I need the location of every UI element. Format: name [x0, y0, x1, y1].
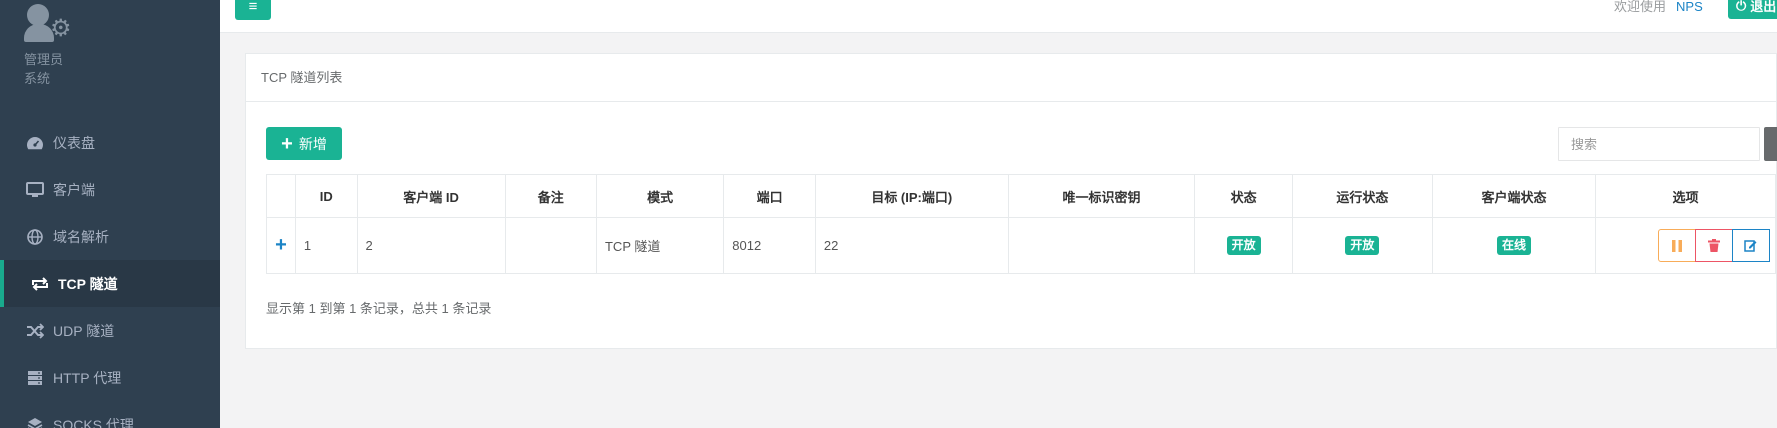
sidebar-item-label: HTTP 代理 [53, 369, 122, 386]
panel-title: TCP 隧道列表 [246, 54, 1776, 102]
sidebar-item-label: 客户端 [53, 181, 95, 198]
exit-button[interactable]: ⏻ 退出 [1728, 0, 1777, 19]
exit-label: 退出 [1750, 0, 1777, 14]
hamburger-icon: ≡ [248, 0, 258, 15]
search-input[interactable] [1558, 127, 1760, 161]
sidebar-item-udp-tunnel[interactable]: UDP 隧道 [0, 307, 220, 354]
tunnel-list-panel: TCP 隧道列表 + 新增 ID 客户端 ID 备注 模式 端口 目标 (IP:… [245, 53, 1777, 349]
col-expand [266, 174, 296, 218]
server-icon [25, 368, 45, 388]
sidebar-item-label: 仪表盘 [53, 134, 95, 151]
col-key[interactable]: 唯一标识密钥 [1007, 174, 1196, 218]
random-icon [25, 321, 45, 341]
user-gear-icon: ⚙ [24, 0, 76, 46]
col-client-id[interactable]: 客户端 ID [356, 174, 506, 218]
cell-port: 8012 [723, 217, 816, 274]
pagination-summary: 显示第 1 到第 1 条记录，总共 1 条记录 [266, 301, 492, 316]
expand-row-icon[interactable]: + [266, 217, 296, 274]
cell-options [1594, 217, 1777, 274]
sidebar-item-socks-proxy[interactable]: SOCKS 代理 [0, 401, 220, 428]
top-bar: ≡ 欢迎使用 NPS ⏻ 退出 [220, 0, 1777, 33]
edit-button[interactable] [1731, 229, 1770, 262]
cell-client-id: 2 [356, 217, 506, 274]
delete-button[interactable] [1694, 229, 1733, 262]
tunnel-table: ID 客户端 ID 备注 模式 端口 目标 (IP:端口) 唯一标识密钥 状态 … [266, 174, 1777, 274]
cell-mode: TCP 隧道 [595, 217, 725, 274]
welcome-label: 欢迎使用 [1614, 0, 1667, 14]
cell-remark [504, 217, 597, 274]
layers-icon [25, 415, 45, 428]
sidebar-item-label: SOCKS 代理 [53, 416, 134, 428]
plus-icon: + [281, 132, 293, 155]
role-line-2: 系统 [24, 71, 51, 86]
profile: ⚙ 管理员 系统 [24, 0, 76, 86]
role-line-1: 管理员 [24, 52, 64, 67]
sidebar-item-label: UDP 隧道 [53, 322, 115, 339]
col-mode[interactable]: 模式 [595, 174, 725, 218]
sidebar-item-label: TCP 隧道 [58, 275, 118, 292]
trash-icon [1707, 239, 1720, 252]
run-status-badge: 开放 [1345, 236, 1380, 255]
search-toolbar-button[interactable] [1764, 127, 1777, 161]
add-tunnel-button[interactable]: + 新增 [266, 127, 342, 160]
exchange-icon [30, 274, 50, 294]
col-port[interactable]: 端口 [723, 174, 816, 218]
add-label: 新增 [298, 135, 327, 152]
table-row: + 1 2 TCP 隧道 8012 22 开放 开放 在线 [266, 217, 1777, 274]
sidebar-item-dashboard[interactable]: 仪表盘 [0, 119, 220, 166]
cell-id: 1 [294, 217, 358, 274]
col-run-status[interactable]: 运行状态 [1291, 174, 1433, 218]
sidebar-nav: 仪表盘 客户端 域名解析 TCP 隧道 UDP 隧道 HTTP 代理 SOCKS… [0, 119, 220, 428]
cell-status: 开放 [1194, 217, 1293, 274]
client-status-badge: 在线 [1496, 236, 1531, 255]
cell-run-status: 开放 [1291, 217, 1433, 274]
globe-icon [25, 227, 45, 247]
col-client-status[interactable]: 客户端状态 [1431, 174, 1596, 218]
col-status[interactable]: 状态 [1194, 174, 1293, 218]
brand-link[interactable]: NPS [1676, 0, 1703, 14]
table-header-row: ID 客户端 ID 备注 模式 端口 目标 (IP:端口) 唯一标识密钥 状态 … [266, 174, 1777, 218]
col-options: 选项 [1594, 174, 1777, 218]
welcome-text: 欢迎使用 NPS [1614, 0, 1703, 15]
status-badge: 开放 [1226, 236, 1261, 255]
sidebar-item-domain[interactable]: 域名解析 [0, 213, 220, 260]
cell-target: 22 [814, 217, 1009, 274]
pause-icon [1671, 239, 1682, 252]
cell-client-status: 在线 [1431, 217, 1596, 274]
col-target[interactable]: 目标 (IP:端口) [814, 174, 1009, 218]
dashboard-icon [25, 133, 45, 153]
col-remark[interactable]: 备注 [504, 174, 597, 218]
col-id[interactable]: ID [294, 174, 358, 218]
power-icon: ⏻ [1736, 0, 1747, 13]
menu-toggle-button[interactable]: ≡ [235, 0, 271, 20]
pause-button[interactable] [1657, 229, 1696, 262]
monitor-icon [25, 180, 45, 200]
sidebar-item-http-proxy[interactable]: HTTP 代理 [0, 354, 220, 401]
sidebar-item-clients[interactable]: 客户端 [0, 166, 220, 213]
cell-key [1007, 217, 1196, 274]
profile-role: 管理员 系统 [24, 50, 63, 88]
sidebar-item-label: 域名解析 [53, 228, 109, 245]
sidebar: ⚙ 管理员 系统 仪表盘 客户端 域名解析 TCP 隧道 UDP 隧道 HTTP… [0, 0, 220, 428]
sidebar-item-tcp-tunnel[interactable]: TCP 隧道 [0, 260, 220, 307]
edit-icon [1744, 240, 1757, 252]
